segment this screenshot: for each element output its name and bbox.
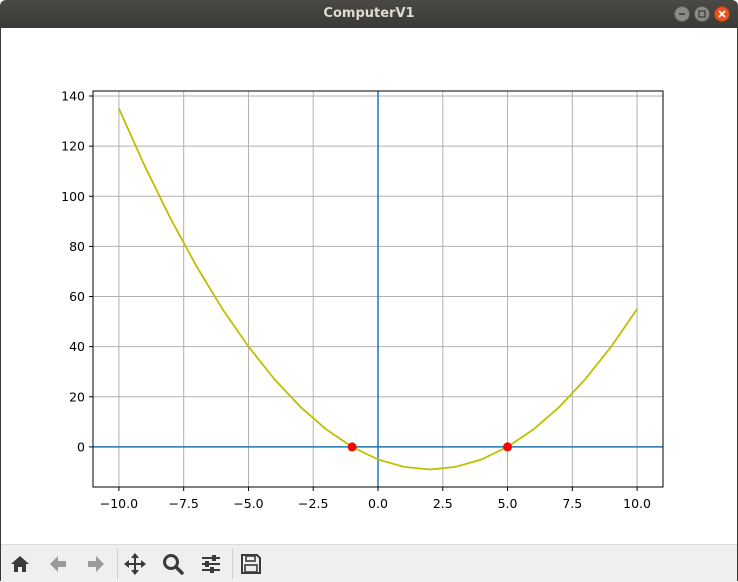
y-tick-label: 140	[61, 89, 85, 104]
x-tick-label: −10.0	[100, 496, 138, 511]
navigation-toolbar	[1, 544, 737, 582]
y-tick-label: 120	[61, 139, 85, 154]
y-tick-label: 40	[69, 339, 85, 354]
axis-reference-lines	[93, 91, 663, 487]
close-icon	[718, 10, 726, 18]
root-point	[503, 442, 513, 452]
window-title: ComputerV1	[323, 6, 415, 21]
close-button[interactable]	[714, 6, 730, 22]
x-tick-label: −2.5	[298, 496, 328, 511]
x-tick-label: 2.5	[433, 496, 453, 511]
forward-button[interactable]	[81, 549, 111, 579]
x-tick-label: −5.0	[233, 496, 263, 511]
configure-subplots-button[interactable]	[196, 549, 226, 579]
x-axis-ticks: −10.0 −7.5 −5.0 −2.5 0.0 2.5 5.0 7.5 10.0	[100, 487, 651, 511]
toolbar-separator	[232, 549, 233, 579]
x-tick-label: 0.0	[368, 496, 388, 511]
minimize-icon	[679, 13, 685, 15]
minimize-button[interactable]	[674, 6, 690, 22]
arrow-right-icon	[88, 556, 104, 572]
pan-button[interactable]	[120, 549, 150, 579]
x-tick-label: 10.0	[623, 496, 651, 511]
home-icon	[11, 556, 29, 572]
maximize-button[interactable]	[694, 6, 710, 22]
y-tick-label: 80	[69, 239, 85, 254]
x-tick-label: −7.5	[169, 496, 199, 511]
y-tick-label: 100	[61, 189, 85, 204]
plot-canvas[interactable]: −10.0 −7.5 −5.0 −2.5 0.0 2.5 5.0 7.5 10.0 0 20 40 6…	[0, 28, 738, 544]
floppy-disk-icon	[241, 554, 261, 574]
zoom-button[interactable]	[158, 549, 188, 579]
toolbar-separator	[117, 549, 118, 579]
y-tick-label: 60	[69, 289, 85, 304]
root-point	[347, 442, 357, 452]
maximize-icon	[698, 10, 706, 18]
y-tick-label: 0	[77, 439, 85, 454]
y-axis-ticks: 0 20 40 60 80 100 120 140	[61, 89, 93, 454]
sliders-icon	[202, 555, 220, 573]
x-tick-label: 7.5	[562, 496, 582, 511]
back-button[interactable]	[43, 549, 73, 579]
x-tick-label: 5.0	[498, 496, 518, 511]
magnifier-icon	[163, 554, 184, 575]
y-tick-label: 20	[69, 389, 85, 404]
title-bar[interactable]: ComputerV1	[0, 0, 738, 28]
arrow-left-icon	[50, 556, 66, 572]
home-button[interactable]	[5, 549, 35, 579]
save-button[interactable]	[236, 549, 266, 579]
move-icon	[124, 553, 146, 575]
